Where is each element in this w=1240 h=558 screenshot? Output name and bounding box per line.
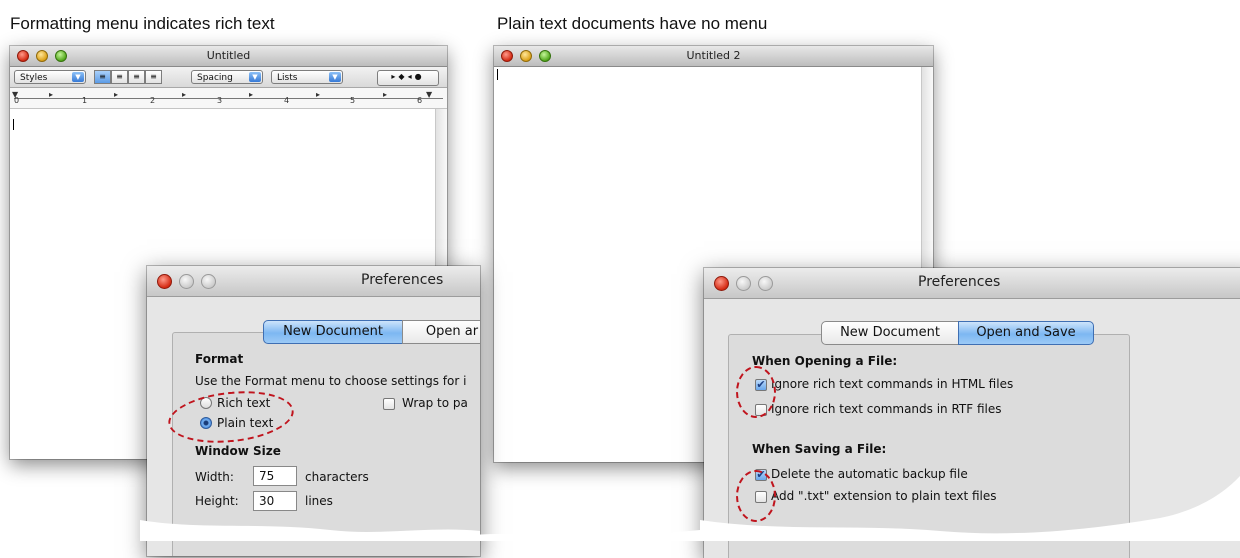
minimize-icon[interactable] bbox=[736, 276, 751, 291]
ruler-number: 5 bbox=[350, 96, 356, 105]
lists-label: Lists bbox=[277, 73, 298, 83]
spacing-popup[interactable]: Spacing ▼ bbox=[191, 70, 263, 84]
plain-window-title: Untitled 2 bbox=[686, 49, 741, 62]
format-toolbar: Styles ▼ ≡ ≡ ≡ ≡ Spacing ▼ Lists ▼ ▸◆◂● bbox=[10, 67, 447, 88]
zoom-icon[interactable] bbox=[201, 274, 216, 289]
close-icon[interactable] bbox=[714, 276, 729, 291]
spacing-label: Spacing bbox=[197, 73, 233, 83]
ruler-number: 3 bbox=[217, 96, 223, 105]
lists-popup[interactable]: Lists ▼ bbox=[271, 70, 343, 84]
align-left-button[interactable]: ≡ bbox=[94, 70, 111, 84]
align-right-button[interactable]: ≡ bbox=[145, 70, 162, 84]
close-icon[interactable] bbox=[157, 274, 172, 289]
ruler-number: 1 bbox=[82, 96, 88, 105]
rich-window-title: Untitled bbox=[206, 49, 251, 62]
indent-marker-icon[interactable]: ▼ bbox=[12, 90, 18, 99]
tab-open-and-save[interactable]: Open and Save bbox=[958, 321, 1094, 345]
tab-open-and-save[interactable]: Open ar bbox=[402, 320, 480, 344]
tab-stop-icon[interactable]: ▸ bbox=[114, 90, 118, 99]
opening-heading: When Opening a File: bbox=[752, 354, 898, 368]
align-justify-button[interactable]: ≡ bbox=[128, 70, 145, 84]
tab-stop-control[interactable]: ▸◆◂● bbox=[377, 70, 439, 86]
tab-stop-icon[interactable]: ▸ bbox=[383, 90, 387, 99]
tab-stop-icon[interactable]: ▸ bbox=[49, 90, 53, 99]
ruler-number: 4 bbox=[284, 96, 290, 105]
annotation-oval-add-txt bbox=[736, 470, 776, 522]
chevron-down-icon: ▼ bbox=[72, 72, 84, 82]
caption-rich-text: Formatting menu indicates rich text bbox=[10, 14, 275, 33]
preferences-titlebar[interactable]: Preferences bbox=[147, 266, 480, 297]
tab-stop-icon[interactable]: ▸ bbox=[249, 90, 253, 99]
annotation-oval-ignore-html bbox=[736, 366, 776, 418]
minimize-icon[interactable] bbox=[179, 274, 194, 289]
tab-new-document[interactable]: New Document bbox=[821, 321, 959, 345]
tab-stop-icon[interactable]: ▸ bbox=[182, 90, 186, 99]
caption-plain-text: Plain text documents have no menu bbox=[497, 14, 768, 33]
align-center-button[interactable]: ≡ bbox=[111, 70, 128, 84]
ruler[interactable]: 0 1 2 3 4 5 6 ▼ ▸ ▸ ▸ ▸ ▸ ▸ ▼ bbox=[10, 88, 447, 109]
chevron-down-icon: ▼ bbox=[249, 72, 261, 82]
styles-popup[interactable]: Styles ▼ bbox=[14, 70, 86, 84]
ruler-number: 2 bbox=[150, 96, 156, 105]
tab-stop-icon[interactable]: ▸ bbox=[316, 90, 320, 99]
ruler-baseline bbox=[14, 98, 443, 99]
zoom-icon[interactable] bbox=[758, 276, 773, 291]
preferences-title: Preferences bbox=[918, 274, 1001, 290]
plain-window-titlebar[interactable]: Untitled 2 bbox=[494, 46, 933, 67]
chevron-down-icon: ▼ bbox=[329, 72, 341, 82]
text-caret bbox=[497, 69, 498, 80]
preferences-titlebar[interactable]: Preferences bbox=[704, 268, 1240, 299]
rich-window-titlebar[interactable]: Untitled bbox=[10, 46, 447, 67]
styles-label: Styles bbox=[20, 73, 48, 83]
text-caret bbox=[13, 119, 14, 130]
tab-new-document[interactable]: New Document bbox=[263, 320, 403, 344]
right-margin-icon[interactable]: ▼ bbox=[426, 90, 432, 99]
format-heading: Format bbox=[195, 352, 244, 366]
ruler-number: 6 bbox=[417, 96, 423, 105]
preferences-title: Preferences bbox=[361, 272, 444, 288]
